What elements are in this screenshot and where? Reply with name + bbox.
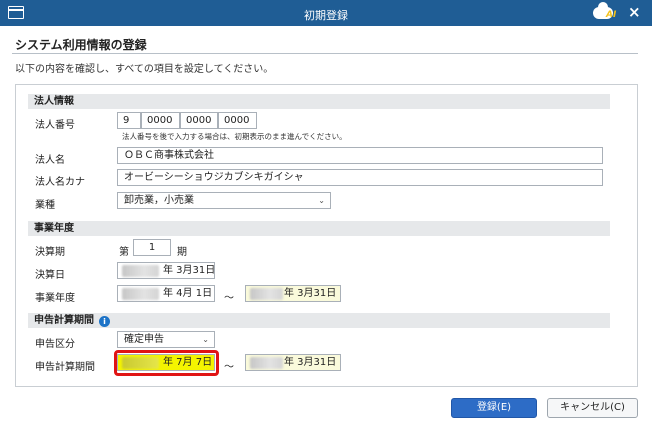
fiscal-period-input[interactable]: 1 <box>133 239 171 256</box>
fiscal-period-suffix: 期 <box>177 247 187 258</box>
header-divider <box>12 53 638 54</box>
info-icon[interactable]: i <box>99 316 110 327</box>
industry-select[interactable]: 卸売業，小売業 ⌄ <box>117 192 331 209</box>
corporate-number-label: 法人番号 <box>35 120 75 131</box>
fiscal-period-label: 決算期 <box>35 247 65 258</box>
corporate-kana-input[interactable]: オービーシーショウジカブシキガイシャ <box>117 169 603 186</box>
tax-period-end-value: 年 3月31日 <box>284 357 337 368</box>
section-corporate-info: 法人情報 <box>28 94 610 109</box>
chevron-down-icon: ⌄ <box>318 196 325 205</box>
industry-select-value: 卸売業，小売業 <box>124 195 194 206</box>
tax-type-select-value: 確定申告 <box>124 334 164 345</box>
focus-highlight-ring <box>114 350 219 376</box>
corporate-number-hint: 法人番号を後で入力する場合は、初期表示のまま進んでください。 <box>122 132 347 141</box>
fiscal-year-tilde: ～ <box>224 293 234 304</box>
page-title: システム利用情報の登録 <box>15 38 147 52</box>
corporate-number-segment-1[interactable]: 9 <box>117 112 141 129</box>
section-tax-period: 申告計算期間 i <box>28 313 610 328</box>
closing-date-input[interactable]: 年 3月31日 <box>117 262 215 279</box>
fiscal-year-end-value: 年 3月31日 <box>284 288 337 299</box>
corporate-number-segment-2[interactable]: 0000 <box>141 112 180 129</box>
closing-date-value: 年 3月31日 <box>163 265 215 276</box>
section-fiscal-year: 事業年度 <box>28 221 610 236</box>
tax-period-tilde: ～ <box>224 362 234 373</box>
closing-date-label: 決算日 <box>35 270 65 281</box>
fiscal-year-label: 事業年度 <box>35 293 75 304</box>
window-title: 初期登録 <box>304 9 348 22</box>
tax-period-end-input[interactable]: 年 3月31日 <box>245 354 341 371</box>
fiscal-year-start-input[interactable]: 年 4月 1日 <box>117 285 215 302</box>
corporate-number-segment-3[interactable]: 0000 <box>180 112 218 129</box>
corporate-name-input[interactable]: ＯＢＣ商事株式会社 <box>117 147 603 164</box>
register-button[interactable]: 登録(E) <box>451 398 537 418</box>
cancel-button[interactable]: キャンセル(C) <box>547 398 638 418</box>
fiscal-year-start-value: 年 4月 1日 <box>163 288 213 299</box>
tax-period-label: 申告計算期間 <box>35 362 95 373</box>
fiscal-period-prefix: 第 <box>119 247 129 258</box>
fiscal-year-end-input[interactable]: 年 3月31日 <box>245 285 341 302</box>
corporate-name-label: 法人名 <box>35 155 65 166</box>
tax-type-select[interactable]: 確定申告 ⌄ <box>117 331 215 348</box>
tax-type-label: 申告区分 <box>35 339 75 350</box>
industry-label: 業種 <box>35 200 55 211</box>
corporate-kana-label: 法人名カナ <box>35 177 85 188</box>
ai-cloud-icon[interactable]: AI <box>590 2 624 24</box>
title-bar: 初期登録 AI × <box>0 0 652 26</box>
close-icon[interactable]: × <box>628 4 641 20</box>
instruction-text: 以下の内容を確認し、すべての項目を設定してください。 <box>15 64 274 75</box>
chevron-down-icon: ⌄ <box>202 335 209 344</box>
section-tax-period-title: 申告計算期間 <box>34 315 94 326</box>
corporate-number-segment-4[interactable]: 0000 <box>218 112 257 129</box>
